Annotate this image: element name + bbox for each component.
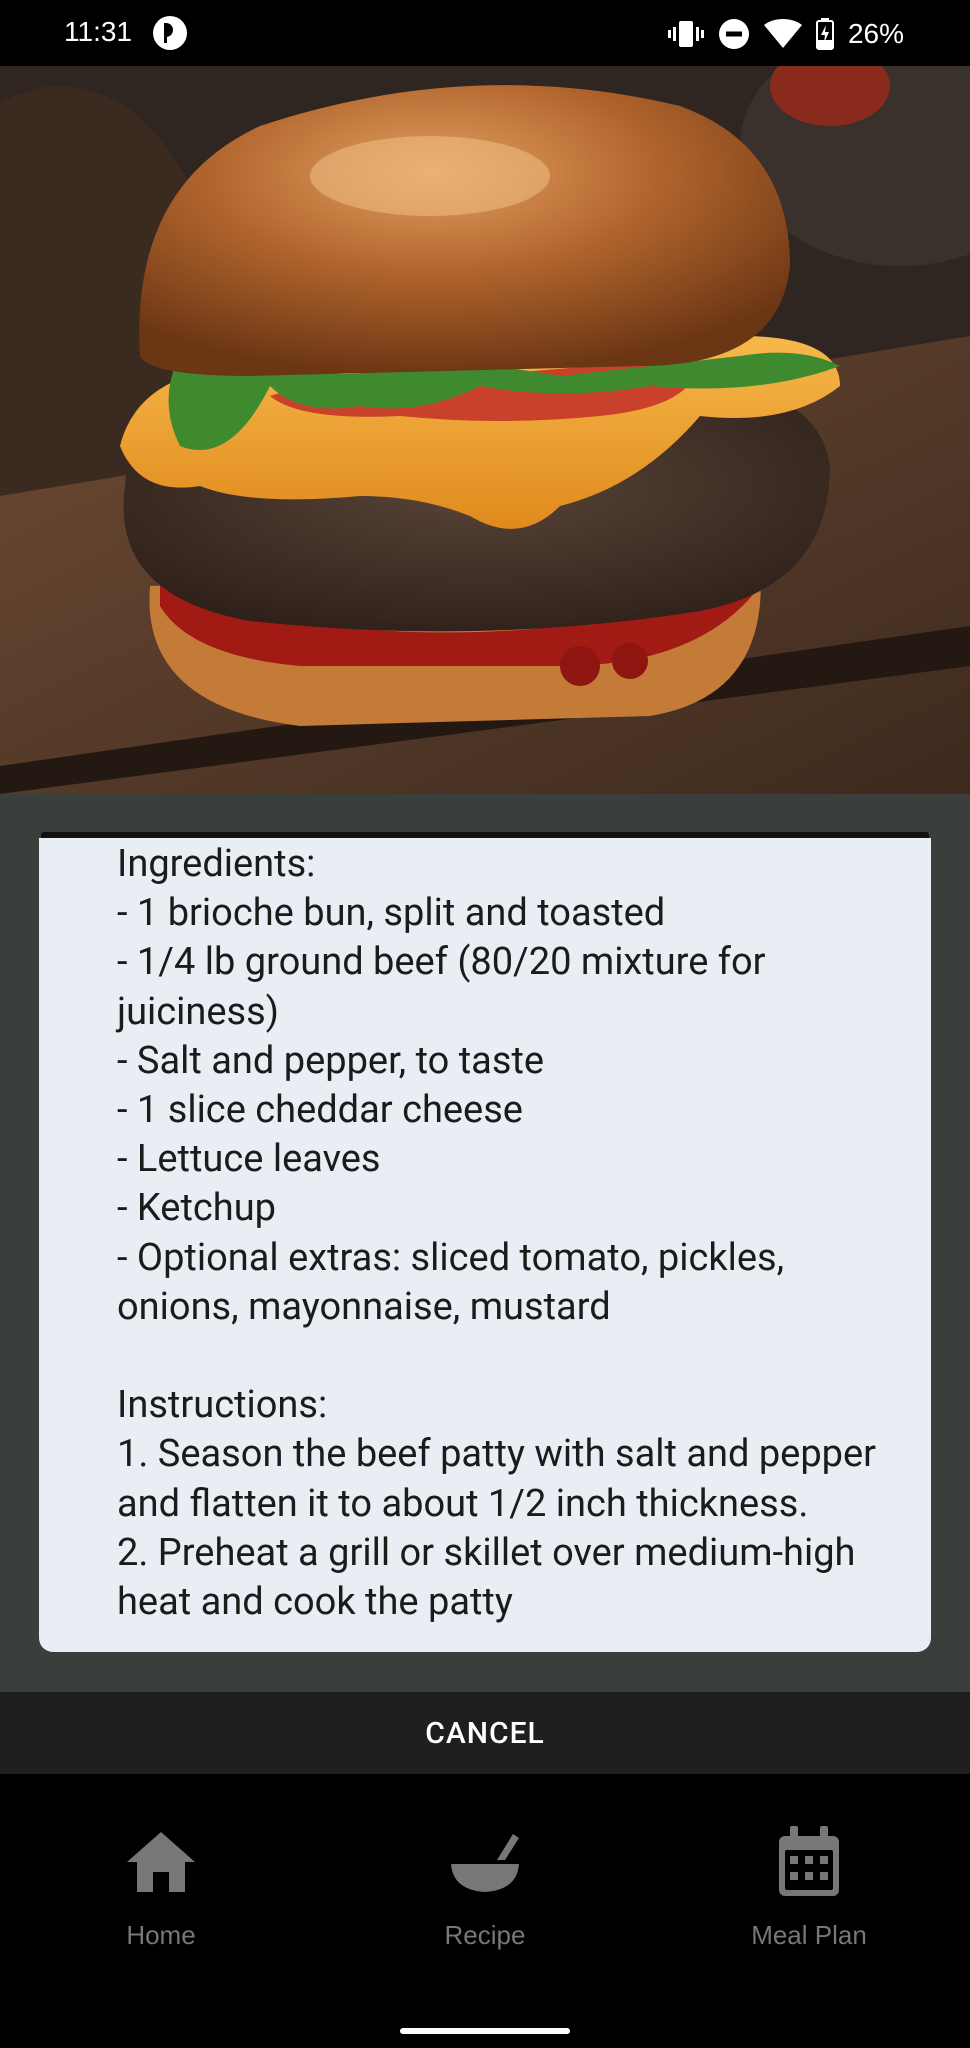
- nav-item-meal-plan[interactable]: Meal Plan: [699, 1822, 919, 1951]
- gesture-navigation-bar[interactable]: [400, 2028, 570, 2034]
- nav-item-recipe[interactable]: Recipe: [375, 1822, 595, 1951]
- home-icon: [127, 1832, 195, 1892]
- vibrate-icon: [667, 21, 704, 47]
- cancel-button[interactable]: CANCEL: [0, 1692, 970, 1774]
- calendar-icon: [779, 1826, 839, 1896]
- nav-item-home[interactable]: Home: [51, 1822, 271, 1951]
- burger-photo: [0, 66, 970, 794]
- battery-percentage: 26%: [847, 18, 904, 49]
- bowl-icon: [451, 1834, 519, 1892]
- wifi-icon: [763, 19, 802, 48]
- nav-label-recipe: Recipe: [444, 1920, 526, 1950]
- battery-charging-icon: [815, 18, 834, 50]
- status-icons: 26%: [667, 14, 904, 54]
- app-notification-icon: [153, 16, 187, 50]
- recipe-text: Ingredients: - 1 brioche bun, split and …: [117, 842, 877, 1625]
- recipe-photo: [0, 66, 970, 794]
- bottom-navigation: Home Recipe Meal Plan: [0, 1774, 970, 2048]
- do-not-disturb-icon: [718, 19, 749, 49]
- status-bar: 11:31 26%: [0, 0, 970, 66]
- nav-label-home: Home: [126, 1920, 196, 1950]
- status-time: 11:31: [64, 16, 132, 47]
- nav-label-meal-plan: Meal Plan: [751, 1920, 867, 1950]
- recipe-text-card[interactable]: Ingredients: - 1 brioche bun, split and …: [39, 838, 931, 1652]
